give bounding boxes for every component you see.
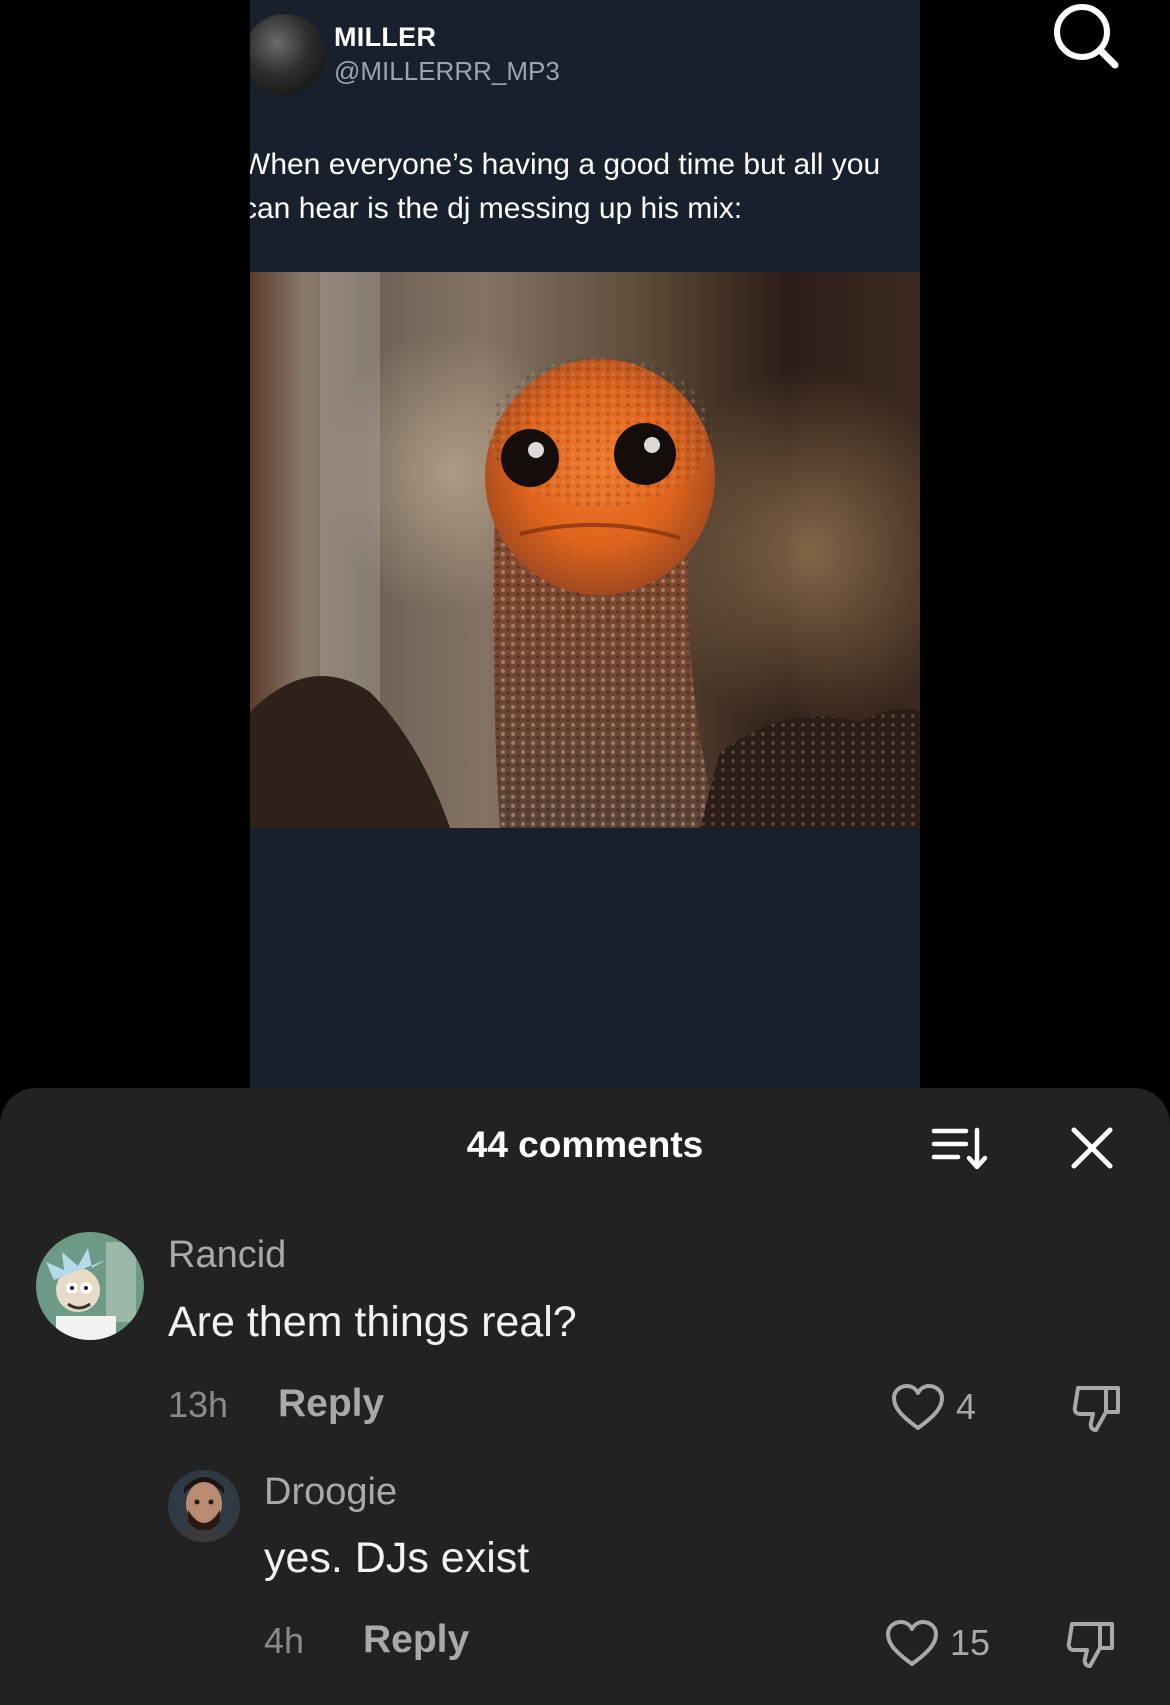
- thumbs-down-icon[interactable]: [1064, 1618, 1120, 1670]
- search-icon[interactable]: [1050, 0, 1122, 72]
- tweet-author-name: MILLER: [334, 22, 437, 52]
- comment-text: Are them things real?: [168, 1298, 577, 1346]
- tweet-avatar: [250, 14, 326, 96]
- like-count: 15: [950, 1622, 991, 1663]
- salamander-illustration: [250, 272, 920, 828]
- comment-username[interactable]: Rancid: [168, 1234, 286, 1277]
- heart-icon[interactable]: [884, 1618, 940, 1670]
- meme-image: [250, 272, 920, 828]
- comments-sheet: 44 comments Rancid Are them things real?…: [0, 1088, 1170, 1705]
- comment-timestamp: 13h: [168, 1384, 229, 1425]
- reply-button[interactable]: Reply: [363, 1618, 469, 1662]
- avatar[interactable]: [36, 1232, 144, 1340]
- sort-icon[interactable]: [930, 1124, 988, 1172]
- tweet-text-line: When everyone’s having a good time but a…: [250, 148, 881, 181]
- heart-icon[interactable]: [890, 1382, 946, 1434]
- close-icon[interactable]: [1068, 1124, 1116, 1172]
- comment-username[interactable]: Droogie: [264, 1471, 397, 1514]
- comment-timestamp: 4h: [264, 1620, 305, 1661]
- tweet-text: When everyone’s having a good time but a…: [250, 143, 920, 231]
- avatar[interactable]: [168, 1470, 240, 1542]
- like-count: 4: [956, 1386, 977, 1427]
- tweet-author-handle: @MILLERRR_MP3: [334, 56, 560, 86]
- comments-count-title: 44 comments: [466, 1124, 704, 1165]
- thumbs-down-icon[interactable]: [1070, 1382, 1126, 1434]
- tweet-text-line: can hear is the dj messing up his mix:: [250, 192, 743, 225]
- comment-text: yes. DJs exist: [264, 1534, 530, 1582]
- video-frame[interactable]: MILLER @MILLERRR_MP3 When everyone’s hav…: [250, 0, 920, 1088]
- reply-button[interactable]: Reply: [278, 1382, 384, 1426]
